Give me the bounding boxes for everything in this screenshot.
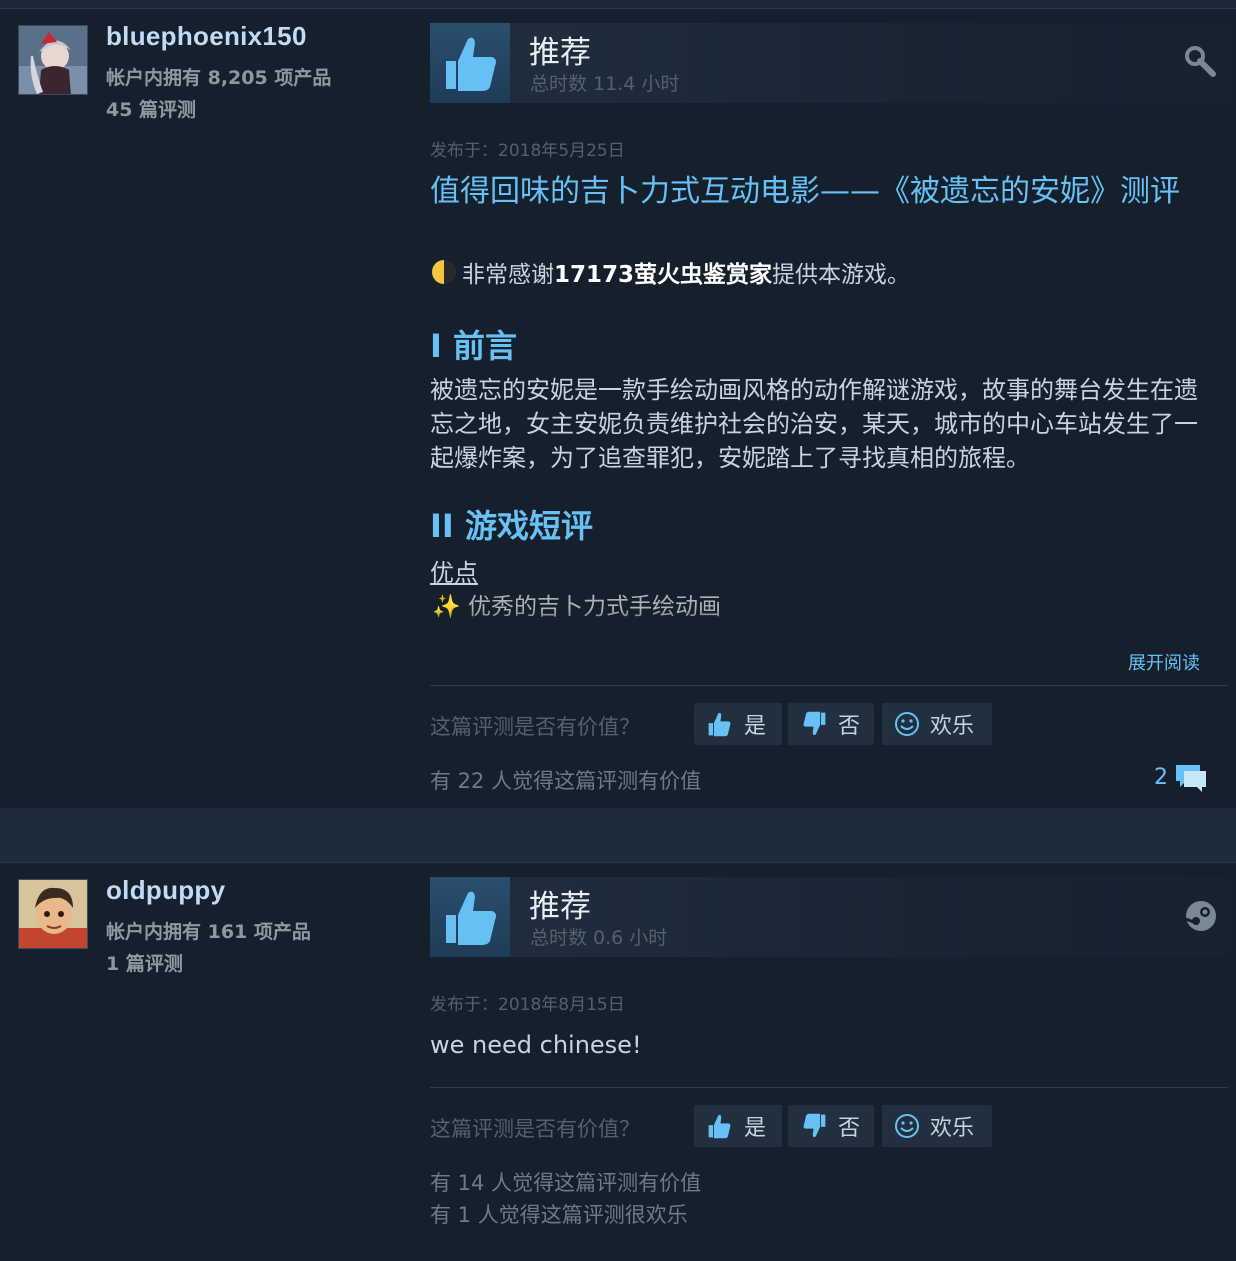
author-name[interactable]: bluephoenix150: [106, 21, 307, 52]
playtime: 总时数 11.4 小时: [530, 73, 680, 95]
avatar[interactable]: [18, 879, 88, 949]
comment-count[interactable]: 2: [1154, 761, 1208, 793]
vote-header[interactable]: 推荐 总时数 11.4 小时: [430, 23, 1230, 103]
vote-no-button[interactable]: 否: [788, 1105, 874, 1147]
vote-header[interactable]: 推荐 总时数 0.6 小时: [430, 877, 1230, 957]
vote-yes-label: 是: [744, 1116, 767, 1141]
comment-icon: [1176, 765, 1206, 792]
smiley-icon: [895, 1114, 919, 1138]
fade-overlay: [430, 609, 1220, 639]
helpful-question: 这篇评测是否有价值？: [430, 1117, 640, 1141]
vote-funny-button[interactable]: 欢乐: [882, 1105, 992, 1147]
funny-count: 有 1 人觉得这篇评测很欢乐: [430, 1203, 688, 1227]
comment-count-number: 2: [1154, 764, 1168, 790]
vote-no-label: 否: [838, 1116, 861, 1141]
pros-label: 优点: [430, 559, 478, 587]
thumbs-up-icon: [430, 877, 510, 957]
wrench-icon: [1184, 45, 1218, 83]
thanks-curator: 17173萤火虫鉴赏家: [554, 262, 773, 288]
divider: [430, 685, 1228, 686]
thanks-text-end: 提供本游戏。: [772, 262, 911, 288]
playtime: 总时数 0.6 小时: [530, 927, 668, 949]
recommendation-title: 推荐: [529, 889, 591, 925]
vote-funny-label: 欢乐: [930, 714, 975, 739]
vote-no-label: 否: [838, 714, 861, 739]
smiley-icon: [895, 712, 919, 736]
author-name[interactable]: oldpuppy: [106, 875, 225, 906]
vote-funny-label: 欢乐: [930, 1116, 975, 1141]
helpful-count: 有 22 人觉得这篇评测有价值: [430, 769, 702, 793]
review-title[interactable]: 值得回味的吉卜力式互动电影——《被遗忘的安妮》测评: [430, 175, 1210, 208]
expand-link[interactable]: 展开阅读: [1128, 649, 1200, 675]
vote-yes-button[interactable]: 是: [694, 703, 782, 745]
helpful-question: 这篇评测是否有价值？: [430, 715, 640, 739]
posted-date: 发布于：2018年5月25日: [430, 141, 625, 161]
review-paragraph: 被遗忘的安妮是一款手绘动画风格的动作解谜游戏，故事的舞台发生在遗忘之地，女主安妮…: [430, 376, 1198, 472]
avatar[interactable]: [18, 25, 88, 95]
author-products[interactable]: 帐户内拥有 161 项产品: [106, 917, 311, 944]
thanks-line: 非常感谢 17173萤火虫鉴赏家 提供本游戏。: [432, 255, 910, 289]
vote-funny-button[interactable]: 欢乐: [882, 703, 992, 745]
section-heading-intro: I 前言: [430, 327, 518, 365]
author-review-count[interactable]: 45 篇评测: [106, 95, 196, 122]
helpful-count: 有 14 人觉得这篇评测有价值: [430, 1171, 702, 1195]
thumbs-up-icon: [708, 712, 731, 737]
thumbs-up-icon: [708, 1114, 731, 1139]
author-products[interactable]: 帐户内拥有 8,205 项产品: [106, 63, 331, 90]
steam-icon: [1184, 899, 1218, 937]
divider: [430, 1087, 1228, 1088]
thumbs-down-icon: [803, 711, 826, 736]
thanks-text: 非常感谢: [462, 262, 554, 288]
review-text: we need chinese!: [430, 1031, 642, 1059]
vote-no-button[interactable]: 否: [788, 703, 874, 745]
review-card: bluephoenix150 帐户内拥有 8,205 项产品 45 篇评测 推荐…: [0, 8, 1236, 809]
coin-icon: [432, 260, 456, 284]
review-separator: [0, 808, 1236, 862]
posted-date: 发布于：2018年8月15日: [430, 995, 625, 1015]
vote-yes-button[interactable]: 是: [694, 1105, 782, 1147]
review-card: oldpuppy 帐户内拥有 161 项产品 1 篇评测 推荐 总时数 0.6 …: [0, 862, 1236, 1261]
thumbs-down-icon: [803, 1113, 826, 1138]
recommendation-title: 推荐: [529, 35, 591, 71]
author-review-count[interactable]: 1 篇评测: [106, 949, 183, 976]
section-heading-short-review: II 游戏短评: [430, 507, 593, 545]
thumbs-up-icon: [430, 23, 510, 103]
vote-yes-label: 是: [744, 714, 767, 739]
